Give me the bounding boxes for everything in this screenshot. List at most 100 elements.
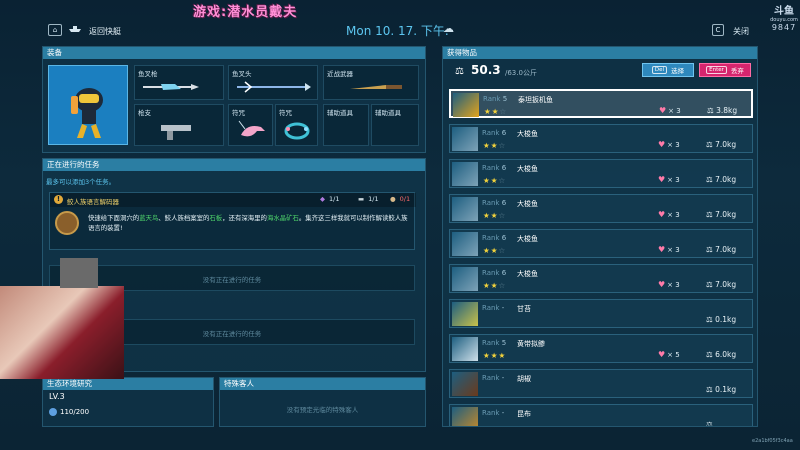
inventory-item-row[interactable]: Rank - 昆布 ⚖ <box>449 404 753 426</box>
watermark: e2a1bf05f3c4aa <box>752 438 793 444</box>
item-name: 黄带拟鲹 <box>517 340 545 348</box>
heart-icon: ♥ <box>658 175 666 184</box>
item-count: ♥ × 3 <box>658 140 680 149</box>
current-weight: 50.3 <box>471 63 501 77</box>
harpoon-head-icon <box>237 81 311 93</box>
quests-title: 正在进行的任务 <box>43 159 425 171</box>
item-weight: ⚖ 0.1kg <box>706 385 737 394</box>
douyu-logo: 斗鱼 douyu.com 9847 <box>770 6 798 32</box>
inventory-item-row[interactable]: Rank 5 泰坦扳机鱼 ★★☆ ♥ × 3 ⚖ 3.8kg <box>449 89 753 118</box>
quest-title: 鲛人族语言解码器 <box>67 198 119 206</box>
item-star-rating: ★★★ <box>483 351 507 360</box>
heart-icon: ♥ <box>658 280 666 289</box>
slot-harpoon-head[interactable]: 鱼叉头 <box>228 65 318 100</box>
item-rank: Rank 5 <box>483 95 508 103</box>
fish-thumbnail-icon <box>452 127 478 151</box>
fish-thumbnail-icon <box>452 232 478 256</box>
item-star-rating: ★★☆ <box>483 141 507 150</box>
close-key-icon[interactable]: C <box>712 24 724 36</box>
item-star-rating: ★★☆ <box>484 107 508 116</box>
back-to-boat-button[interactable]: 返回快艇 <box>89 26 121 37</box>
special-guests-title: 特殊客人 <box>220 378 425 390</box>
slot-pistol[interactable]: 枪支 <box>134 104 224 146</box>
stream-title-overlay: 游戏:潜水员戴夫 <box>193 5 298 20</box>
item-rank: Rank 6 <box>482 199 507 207</box>
research-icon <box>49 408 57 416</box>
heart-icon: ♥ <box>658 350 666 359</box>
item-name: 大梭鱼 <box>517 130 538 138</box>
item-count: ♥ × 5 <box>658 350 680 359</box>
quest-requirement-1: ◆ 1/1 <box>320 195 340 203</box>
knife-icon <box>350 85 402 89</box>
quest-limit-text: 最多可以添加3个任务。 <box>46 178 116 186</box>
dolphin-charm-icon <box>238 120 265 137</box>
ore-icon: ● <box>390 195 396 203</box>
item-star-rating: ★★☆ <box>483 246 507 255</box>
weather-icon: ☁ <box>443 22 454 35</box>
weight-icon: ⚖ <box>706 210 713 219</box>
ecology-level: LV.3 <box>49 392 65 401</box>
slot-charm-2[interactable]: 符咒 <box>275 104 318 146</box>
fish-thumbnail-icon <box>452 197 478 221</box>
slot-charm-1[interactable]: 符咒 <box>228 104 273 146</box>
item-weight: ⚖ 3.8kg <box>707 106 738 115</box>
special-guests-empty: 没有预定光临的特殊客人 <box>286 406 359 414</box>
close-button[interactable]: 关闭 <box>733 26 749 37</box>
warning-icon: ! <box>54 195 63 204</box>
inventory-item-row[interactable]: Rank - 胡椒 ⚖ 0.1kg <box>449 369 753 398</box>
inventory-item-row[interactable]: Rank 6 大梭鱼 ★★☆ ♥ × 3 ⚖ 7.0kg <box>449 194 753 223</box>
item-weight: ⚖ <box>706 420 713 426</box>
weight-icon: ⚖ <box>706 315 713 324</box>
fish-thumbnail-icon <box>452 372 478 396</box>
slot-auxiliary-1[interactable]: 辅助道具 <box>323 104 369 146</box>
inventory-title: 获得物品 <box>443 47 757 59</box>
item-name: 大梭鱼 <box>517 165 538 173</box>
slot-harpoon-gun[interactable]: 鱼叉枪 <box>134 65 224 100</box>
fish-thumbnail-icon <box>452 162 478 186</box>
heart-icon: ♥ <box>659 106 667 115</box>
quest-requirement-2: ▬ 1/1 <box>358 195 379 203</box>
slot-auxiliary-2[interactable]: 辅助道具 <box>371 104 419 146</box>
item-weight: ⚖ 7.0kg <box>706 210 737 219</box>
inventory-item-row[interactable]: Rank 6 大梭鱼 ★★☆ ♥ × 3 ⚖ 7.0kg <box>449 229 753 258</box>
item-name: 胡椒 <box>517 375 531 383</box>
item-count: ♥ × 3 <box>658 175 680 184</box>
select-button[interactable]: Del 选择 <box>642 63 694 77</box>
inventory-item-row[interactable]: Rank 6 大梭鱼 ★★☆ ♥ × 3 ⚖ 7.0kg <box>449 159 753 188</box>
harpoon-gun-icon <box>143 84 199 90</box>
slot-melee-weapon[interactable]: 近战武器 <box>323 65 419 100</box>
item-star-rating: ★★☆ <box>483 176 507 185</box>
bird-icon: ◆ <box>320 195 325 203</box>
back-key-icon[interactable]: ⌂ <box>48 24 62 36</box>
discard-button[interactable]: Enter 丢弃 <box>699 63 751 77</box>
fish-thumbnail-icon <box>453 93 479 117</box>
game-datetime: Mon 10. 17. 下午. <box>346 24 449 38</box>
weight-icon: ⚖ <box>706 350 713 359</box>
inventory-item-row[interactable]: Rank - 甘苔 ⚖ 0.1kg <box>449 299 753 328</box>
active-quest-card[interactable]: ! 鲛人族语言解码器 ◆ 1/1 ▬ 1/1 ● 0/1 快速给下面洞穴的蓝天鸟… <box>49 192 416 250</box>
item-count: ♥ × 3 <box>658 280 680 289</box>
item-name: 大梭鱼 <box>517 200 538 208</box>
item-rank: Rank 6 <box>482 269 507 277</box>
item-count: ♥ × 3 <box>658 245 680 254</box>
weight-icon: ⚖ <box>706 140 713 149</box>
ecology-panel[interactable]: 生态环境研究 LV.3 110/200 <box>42 377 214 427</box>
item-count: ♥ × 3 <box>659 106 681 115</box>
weight-icon: ⚖ <box>706 175 713 184</box>
weight-icon: ⚖ <box>707 106 714 115</box>
diver-portrait <box>48 65 128 145</box>
weight-icon: ⚖ <box>706 245 713 254</box>
fish-thumbnail-icon <box>452 337 478 361</box>
item-name: 大梭鱼 <box>517 235 538 243</box>
item-rank: Rank 6 <box>482 234 507 242</box>
inventory-item-row[interactable]: Rank 5 黄带拟鲹 ★★★ ♥ × 5 ⚖ 6.0kg <box>449 334 753 363</box>
weight-icon: ⚖ <box>706 385 713 394</box>
inventory-item-row[interactable]: Rank 6 大梭鱼 ★★☆ ♥ × 3 ⚖ 7.0kg <box>449 264 753 293</box>
item-star-rating: ★★☆ <box>483 281 507 290</box>
fish-thumbnail-icon <box>452 407 478 426</box>
boat-icon[interactable] <box>68 25 82 33</box>
heart-icon: ♥ <box>658 140 666 149</box>
item-name: 大梭鱼 <box>517 270 538 278</box>
inventory-item-row[interactable]: Rank 6 大梭鱼 ★★☆ ♥ × 3 ⚖ 7.0kg <box>449 124 753 153</box>
weight-icon: ⚖ <box>706 280 713 289</box>
